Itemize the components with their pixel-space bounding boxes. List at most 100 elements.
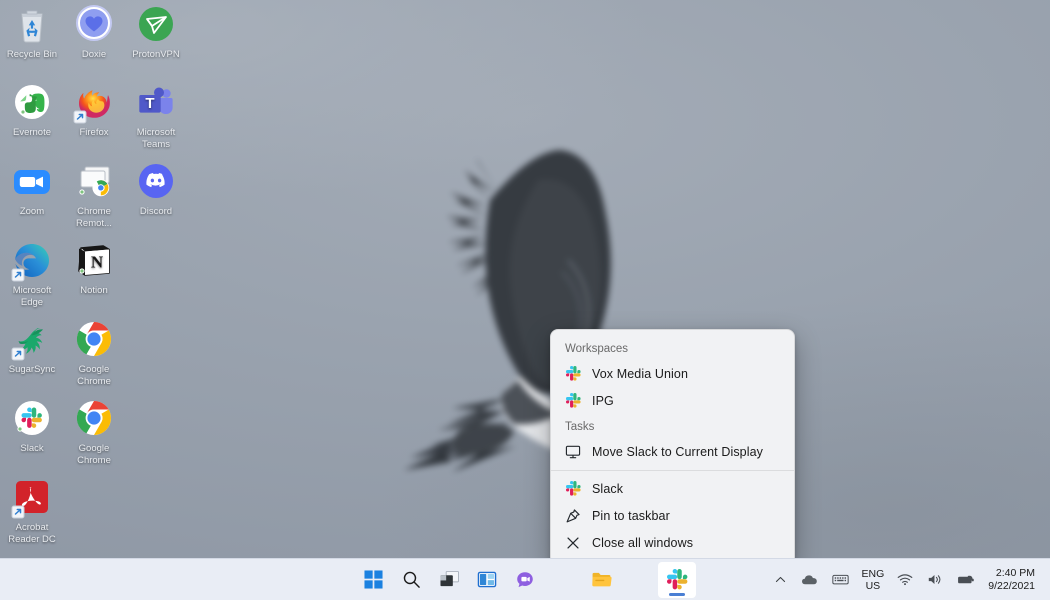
menu-item-label: Slack	[592, 482, 623, 496]
chat-button[interactable]	[506, 562, 544, 598]
desktop-icon-label: Evernote	[1, 127, 63, 139]
menu-item-label: Vox Media Union	[592, 367, 688, 381]
volume-button[interactable]	[920, 563, 950, 597]
clock-button[interactable]: 2:40 PM 9/22/2021	[982, 563, 1044, 597]
slack-icon	[565, 481, 581, 497]
slack-icon	[11, 398, 53, 440]
onedrive-tray-button[interactable]	[794, 563, 825, 597]
slack-icon	[565, 393, 581, 409]
desktop-icon-label: Acrobat Reader DC	[1, 522, 63, 545]
widgets-button[interactable]	[468, 562, 506, 598]
desktop-icon-label: Microsoft Teams	[125, 127, 187, 150]
language-line-1: ENG	[862, 568, 885, 580]
menu-item-pin-to-taskbar[interactable]: Pin to taskbar	[551, 502, 794, 529]
shortcut-arrow	[74, 111, 86, 123]
taskbar: ENG US	[0, 558, 1050, 600]
desktop-icon-label: Notion	[63, 285, 125, 297]
menu-item-label: IPG	[592, 394, 614, 408]
desktop-icon-microsoft-teams[interactable]: T Microsoft Teams	[125, 82, 187, 150]
desktop-icon-label: Microsoft Edge	[1, 285, 63, 308]
menu-item-vox-media-union[interactable]: Vox Media Union	[551, 360, 794, 387]
desktop-icon-google-chrome[interactable]: Google Chrome	[63, 398, 125, 466]
network-button[interactable]	[890, 563, 920, 597]
menu-item-label: Move Slack to Current Display	[592, 445, 763, 459]
slack-jumplist-context-menu[interactable]: Workspaces Vox Media Union IPG Tasks Move Sl…	[550, 329, 795, 565]
desktop-icon-acrobat-reader-dc[interactable]: Acrobat Reader DC	[1, 477, 63, 545]
chevron-up-icon	[774, 573, 787, 586]
desktop-icon-label: Slack	[1, 443, 63, 455]
touch-keyboard-button[interactable]	[825, 563, 856, 597]
menu-item-ipg[interactable]: IPG	[551, 387, 794, 414]
start-button[interactable]	[354, 562, 392, 598]
system-tray: ENG US	[767, 559, 1044, 600]
clock-time: 2:40 PM	[996, 567, 1035, 580]
desktop-icon-label: Zoom	[1, 206, 63, 218]
microsoft-teams-icon: T	[135, 82, 177, 124]
menu-section-title: Tasks	[551, 414, 794, 438]
desktop-icon-evernote[interactable]: Evernote	[1, 82, 63, 139]
google-chrome-icon	[73, 319, 115, 361]
desktop-icon-label: SugarSync	[1, 364, 63, 376]
show-hidden-icons-button[interactable]	[767, 563, 794, 597]
menu-item-close-all-windows[interactable]: Close all windows	[551, 529, 794, 556]
desktop-icon-discord[interactable]: Discord	[125, 161, 187, 218]
desktop-icon-google-chrome[interactable]: Google Chrome	[63, 319, 125, 387]
google-chrome-icon	[73, 398, 115, 440]
svg-text:T: T	[145, 95, 154, 112]
cloud-icon	[801, 573, 818, 586]
speaker-icon	[927, 573, 943, 586]
desktop-icon-microsoft-edge[interactable]: Microsoft Edge	[1, 240, 63, 308]
chat-icon	[515, 570, 535, 589]
svg-text:N: N	[91, 253, 104, 272]
input-language-button[interactable]: ENG US	[856, 563, 891, 597]
desktop-icon-grid: Recycle BinDoxieProtonVPN EvernoteFirefox…	[0, 0, 190, 560]
chrome-remote-desktop-icon	[73, 161, 115, 203]
desktop-icon-slack[interactable]: Slack	[1, 398, 63, 455]
desktop-icon-firefox[interactable]: Firefox	[63, 82, 125, 139]
desktop-icon-chrome-remot[interactable]: Chrome Remot...	[63, 161, 125, 229]
language-line-2: US	[866, 580, 881, 592]
file-explorer-button[interactable]	[582, 562, 620, 598]
desktop-icon-doxie[interactable]: Doxie	[63, 4, 125, 61]
clock-date: 9/22/2021	[988, 580, 1035, 593]
pin-icon	[565, 508, 581, 524]
menu-item-move-slack-to-current-display[interactable]: Move Slack to Current Display	[551, 438, 794, 465]
file-explorer-icon	[591, 570, 612, 589]
desktop-icon-label: ProtonVPN	[125, 49, 187, 61]
zoom-icon	[11, 161, 53, 203]
active-app-indicator	[669, 593, 685, 596]
sugarsync-icon	[11, 319, 53, 361]
desktop-icon-label: Google Chrome	[63, 364, 125, 387]
protonvpn-icon	[135, 4, 177, 46]
desktop-icon-zoom[interactable]: Zoom	[1, 161, 63, 218]
edge-button[interactable]	[544, 562, 582, 598]
desktop-icon-sugarsync[interactable]: SugarSync	[1, 319, 63, 376]
desktop-icon-protonvpn[interactable]: ProtonVPN	[125, 4, 187, 61]
acrobat-reader-icon	[11, 477, 53, 519]
chrome-button[interactable]	[620, 562, 658, 598]
discord-icon	[135, 161, 177, 203]
desktop-icon-label: Doxie	[63, 49, 125, 61]
search-button[interactable]	[392, 562, 430, 598]
task-view-icon	[439, 570, 460, 589]
slack-button[interactable]	[658, 562, 696, 598]
widgets-icon	[477, 570, 497, 589]
wifi-icon	[897, 573, 913, 586]
menu-item-label: Close all windows	[592, 536, 693, 550]
desktop-icon-notion[interactable]: N Notion	[63, 240, 125, 297]
recycle-bin-icon	[11, 4, 53, 46]
menu-section-title: Workspaces	[551, 336, 794, 360]
doxie-icon	[73, 4, 115, 46]
battery-icon	[957, 573, 975, 586]
desktop-icon-recycle-bin[interactable]: Recycle Bin	[1, 4, 63, 61]
slack-icon	[565, 366, 581, 382]
battery-button[interactable]	[950, 563, 982, 597]
windows-start-icon	[364, 570, 383, 589]
desktop-icon-label: Discord	[125, 206, 187, 218]
microsoft-edge-icon	[11, 240, 53, 282]
slack-icon	[667, 569, 688, 590]
monitor-icon	[565, 444, 581, 460]
menu-item-label: Pin to taskbar	[592, 509, 670, 523]
task-view-button[interactable]	[430, 562, 468, 598]
menu-item-slack[interactable]: Slack	[551, 475, 794, 502]
